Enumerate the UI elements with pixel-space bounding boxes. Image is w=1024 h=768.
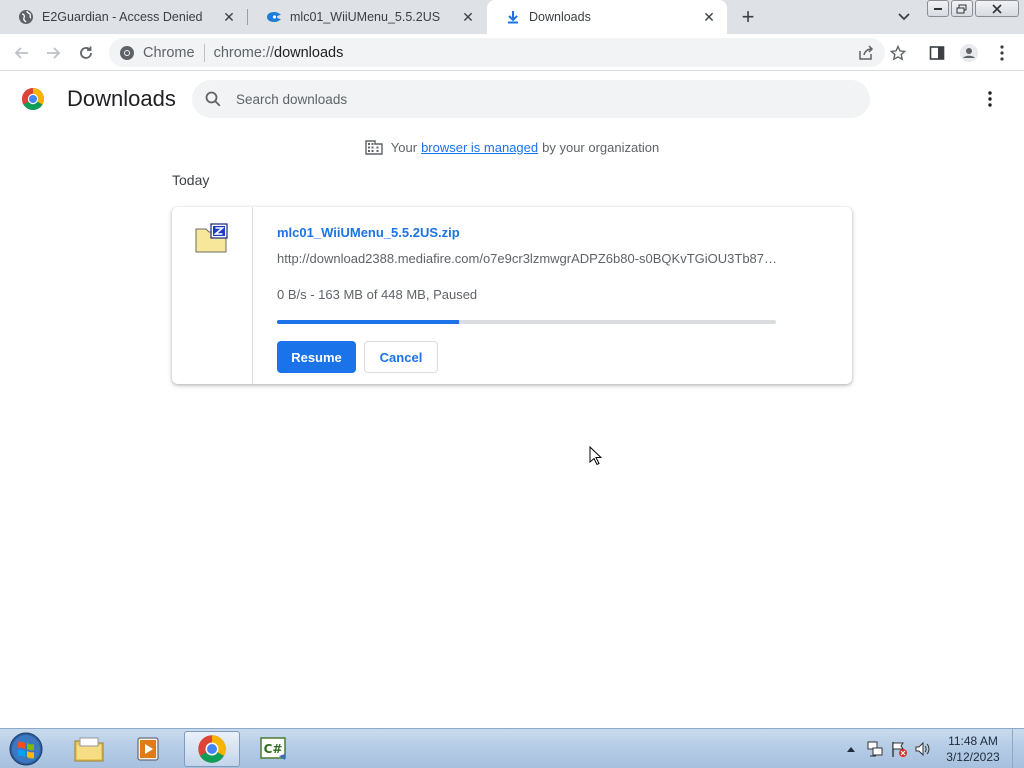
new-tab-button[interactable]: + [736,5,760,29]
download-source-url[interactable]: http://download2388.mediafire.com/o7e9cr… [277,251,777,266]
managed-prefix: Your [390,139,418,155]
media-player-icon [137,737,159,761]
share-icon[interactable] [854,38,878,67]
mediafire-icon [266,9,282,25]
chrome-menu-icon[interactable] [989,40,1015,66]
taskbar: C# 11:48 AM 3/12/2023 [0,728,1024,768]
chrome-logo-icon [22,88,44,110]
managed-notice: Your browser is managed by your organiza… [0,138,1024,156]
downloads-header: Downloads [0,72,1024,126]
url-path: downloads [274,44,344,61]
side-panel-icon[interactable] [924,40,950,66]
profile-avatar-icon[interactable] [956,40,982,66]
forward-icon[interactable] [40,40,66,66]
windows-start-icon[interactable] [6,731,46,767]
globe-icon [18,9,34,25]
browser-managed-link[interactable]: browser is managed [421,140,538,155]
building-icon [365,140,383,155]
tab-downloads[interactable]: Downloads ✕ [487,0,727,34]
search-icon [205,91,221,107]
tab-title: E2Guardian - Access Denied [42,10,203,24]
chrome-site-icon [120,45,134,60]
clock-time: 11:48 AM [948,734,998,748]
close-icon[interactable]: ✕ [219,7,239,27]
svg-text:C#: C# [264,742,283,756]
progress-fill [277,320,459,324]
minimize-icon[interactable] [927,0,949,17]
chrome-icon [198,735,226,763]
tab-title: Downloads [529,10,591,24]
managed-suffix: by your organization [542,139,660,155]
download-file-name[interactable]: mlc01_WiiUMenu_5.5.2US.zip [277,225,460,240]
window-close-icon[interactable] [975,0,1019,17]
download-item-card: mlc01_WiiUMenu_5.5.2US.zip http://downlo… [172,207,852,384]
address-bar[interactable]: Chrome chrome://downloads [109,38,885,67]
clock-date: 3/12/2023 [946,750,1000,764]
chip-divider [203,43,205,62]
browser-toolbar: Chrome chrome://downloads [0,34,1024,71]
tab-strip: E2Guardian - Access Denied ✕ mlc01_WiiUM… [0,0,1024,34]
reload-icon[interactable] [73,40,99,66]
tab-mediafire[interactable]: mlc01_WiiUMenu_5.5.2US ✕ [248,0,486,34]
action-center-flag-icon[interactable] [890,740,908,758]
mouse-cursor-icon [589,446,603,466]
zip-file-icon [195,223,228,253]
show-desktop-button[interactable] [1012,729,1024,768]
show-hidden-icons-icon[interactable] [842,740,860,758]
site-chip: Chrome [143,44,195,61]
download-progress-bar [277,320,776,324]
search-box[interactable] [192,80,870,118]
file-explorer-icon [74,737,104,762]
network-icon[interactable] [866,740,884,758]
section-heading: Today [172,172,210,188]
more-options-icon[interactable] [978,87,1002,111]
page-title: Downloads [67,86,176,111]
search-input[interactable] [236,91,836,107]
window-controls [927,0,1021,17]
taskbar-media-player[interactable] [121,731,177,767]
close-icon[interactable]: ✕ [458,7,478,27]
download-icon [505,9,521,25]
taskbar-chrome[interactable] [184,731,240,767]
restore-icon[interactable] [951,0,973,17]
resume-button[interactable]: Resume [277,341,356,373]
taskbar-file-explorer[interactable] [61,731,117,767]
close-icon[interactable]: ✕ [699,7,719,27]
file-icon-column [172,207,253,384]
taskbar-csharp-app[interactable]: C# [246,731,302,767]
tab-title: mlc01_WiiUMenu_5.5.2US [290,10,441,24]
url-scheme: chrome:// [213,44,275,61]
url-text: chrome://downloads [214,45,344,61]
tab-e2guardian[interactable]: E2Guardian - Access Denied ✕ [0,0,247,34]
back-icon[interactable] [9,40,35,66]
chevron-down-icon[interactable] [894,7,914,27]
csharp-icon: C# [260,737,286,760]
download-status: 0 B/s - 163 MB of 448 MB, Paused [277,287,478,302]
bookmark-star-icon[interactable] [885,40,911,66]
system-tray [842,729,938,768]
volume-icon[interactable] [914,740,932,758]
system-clock[interactable]: 11:48 AM 3/12/2023 [936,733,1010,765]
cancel-button[interactable]: Cancel [364,341,438,373]
